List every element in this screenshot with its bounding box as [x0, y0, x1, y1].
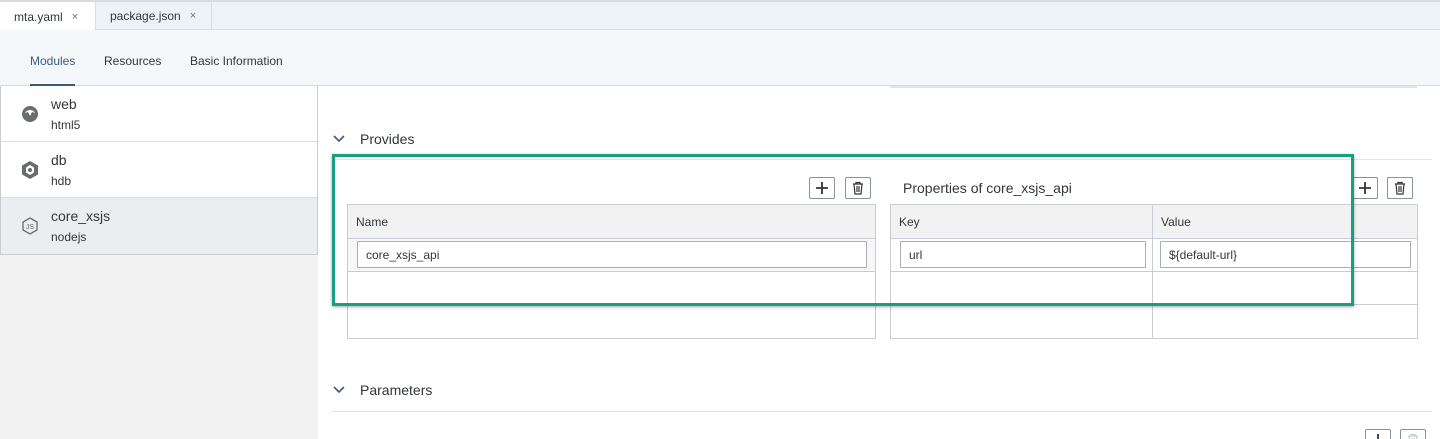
- plus-icon: [1377, 434, 1379, 439]
- column-header-name: Name: [356, 215, 389, 229]
- html5-icon: [20, 104, 40, 124]
- table-header: Key Value: [891, 205, 1417, 239]
- file-tab-label: mta.yaml: [14, 9, 63, 24]
- table-row[interactable]: core_xsjs_api: [348, 239, 875, 272]
- section-title: Parameters: [360, 382, 433, 398]
- module-name: web: [51, 96, 77, 112]
- chevron-down-icon: [333, 135, 345, 143]
- column-header-value: Value: [1161, 215, 1191, 229]
- parameters-section-toggle[interactable]: Parameters: [332, 380, 432, 400]
- module-type: hdb: [51, 174, 72, 188]
- file-tab-label: package.json: [110, 9, 181, 23]
- module-type: nodejs: [51, 230, 87, 244]
- plus-icon: [1359, 182, 1371, 194]
- module-name: db: [51, 152, 67, 168]
- column-header-key: Key: [899, 215, 920, 229]
- tab-resources[interactable]: Resources: [104, 54, 161, 78]
- editor-header: Modules Resources Basic Information: [0, 30, 1440, 86]
- module-type: html5: [51, 118, 81, 132]
- delete-provides-button[interactable]: [845, 177, 871, 199]
- module-item-core-xsjs[interactable]: JS core_xsjs nodejs: [1, 198, 317, 254]
- trash-icon: [1408, 433, 1418, 439]
- divider: [890, 86, 1417, 88]
- properties-table: Key Value url ${default-url}: [890, 204, 1418, 339]
- file-tab-package-json[interactable]: package.json ×: [96, 2, 212, 30]
- provides-section-toggle[interactable]: Provides: [332, 129, 414, 149]
- module-item-db[interactable]: db hdb: [1, 142, 317, 198]
- table-row[interactable]: url ${default-url}: [891, 239, 1417, 272]
- delete-property-button[interactable]: [1387, 177, 1413, 199]
- module-item-web[interactable]: web html5: [1, 86, 317, 142]
- add-property-button[interactable]: [1352, 177, 1378, 199]
- add-parameter-button[interactable]: [1365, 429, 1391, 439]
- database-icon: [20, 160, 40, 180]
- section-title: Provides: [360, 131, 415, 147]
- trash-icon: [1395, 181, 1405, 195]
- table-header: Name: [348, 205, 875, 239]
- properties-title: Properties of core_xsjs_api: [903, 180, 1072, 196]
- module-list: web html5 db hdb JS core_xsjs nodejs: [0, 86, 318, 255]
- file-tab-mta-yaml[interactable]: mta.yaml ×: [0, 2, 96, 31]
- tab-basic-information[interactable]: Basic Information: [190, 54, 283, 78]
- close-icon[interactable]: ×: [190, 10, 196, 22]
- add-provides-button[interactable]: [809, 177, 835, 199]
- file-tab-bar: mta.yaml × package.json ×: [0, 0, 1440, 31]
- table-row[interactable]: [348, 272, 875, 305]
- divider: [332, 411, 1432, 412]
- trash-icon: [853, 181, 863, 195]
- table-row[interactable]: [891, 272, 1417, 305]
- nodejs-icon: JS: [20, 216, 40, 236]
- delete-parameter-button[interactable]: [1400, 429, 1426, 439]
- provides-name-input[interactable]: core_xsjs_api: [357, 241, 867, 268]
- module-panel: web html5 db hdb JS core_xsjs nodejs: [0, 86, 318, 439]
- table-row[interactable]: [348, 305, 875, 338]
- table-row[interactable]: [891, 305, 1417, 338]
- module-name: core_xsjs: [51, 208, 111, 224]
- svg-text:JS: JS: [26, 224, 35, 231]
- chevron-down-icon: [333, 386, 345, 394]
- main-content: Provides Name core_xsjs_api Properties o…: [318, 86, 1440, 439]
- close-icon[interactable]: ×: [72, 11, 78, 23]
- property-key-input[interactable]: url: [900, 241, 1146, 268]
- provides-name-table: Name core_xsjs_api: [347, 204, 876, 339]
- property-value-input[interactable]: ${default-url}: [1160, 241, 1411, 268]
- plus-icon: [816, 182, 828, 194]
- tab-modules[interactable]: Modules: [30, 54, 76, 86]
- divider: [332, 159, 1432, 160]
